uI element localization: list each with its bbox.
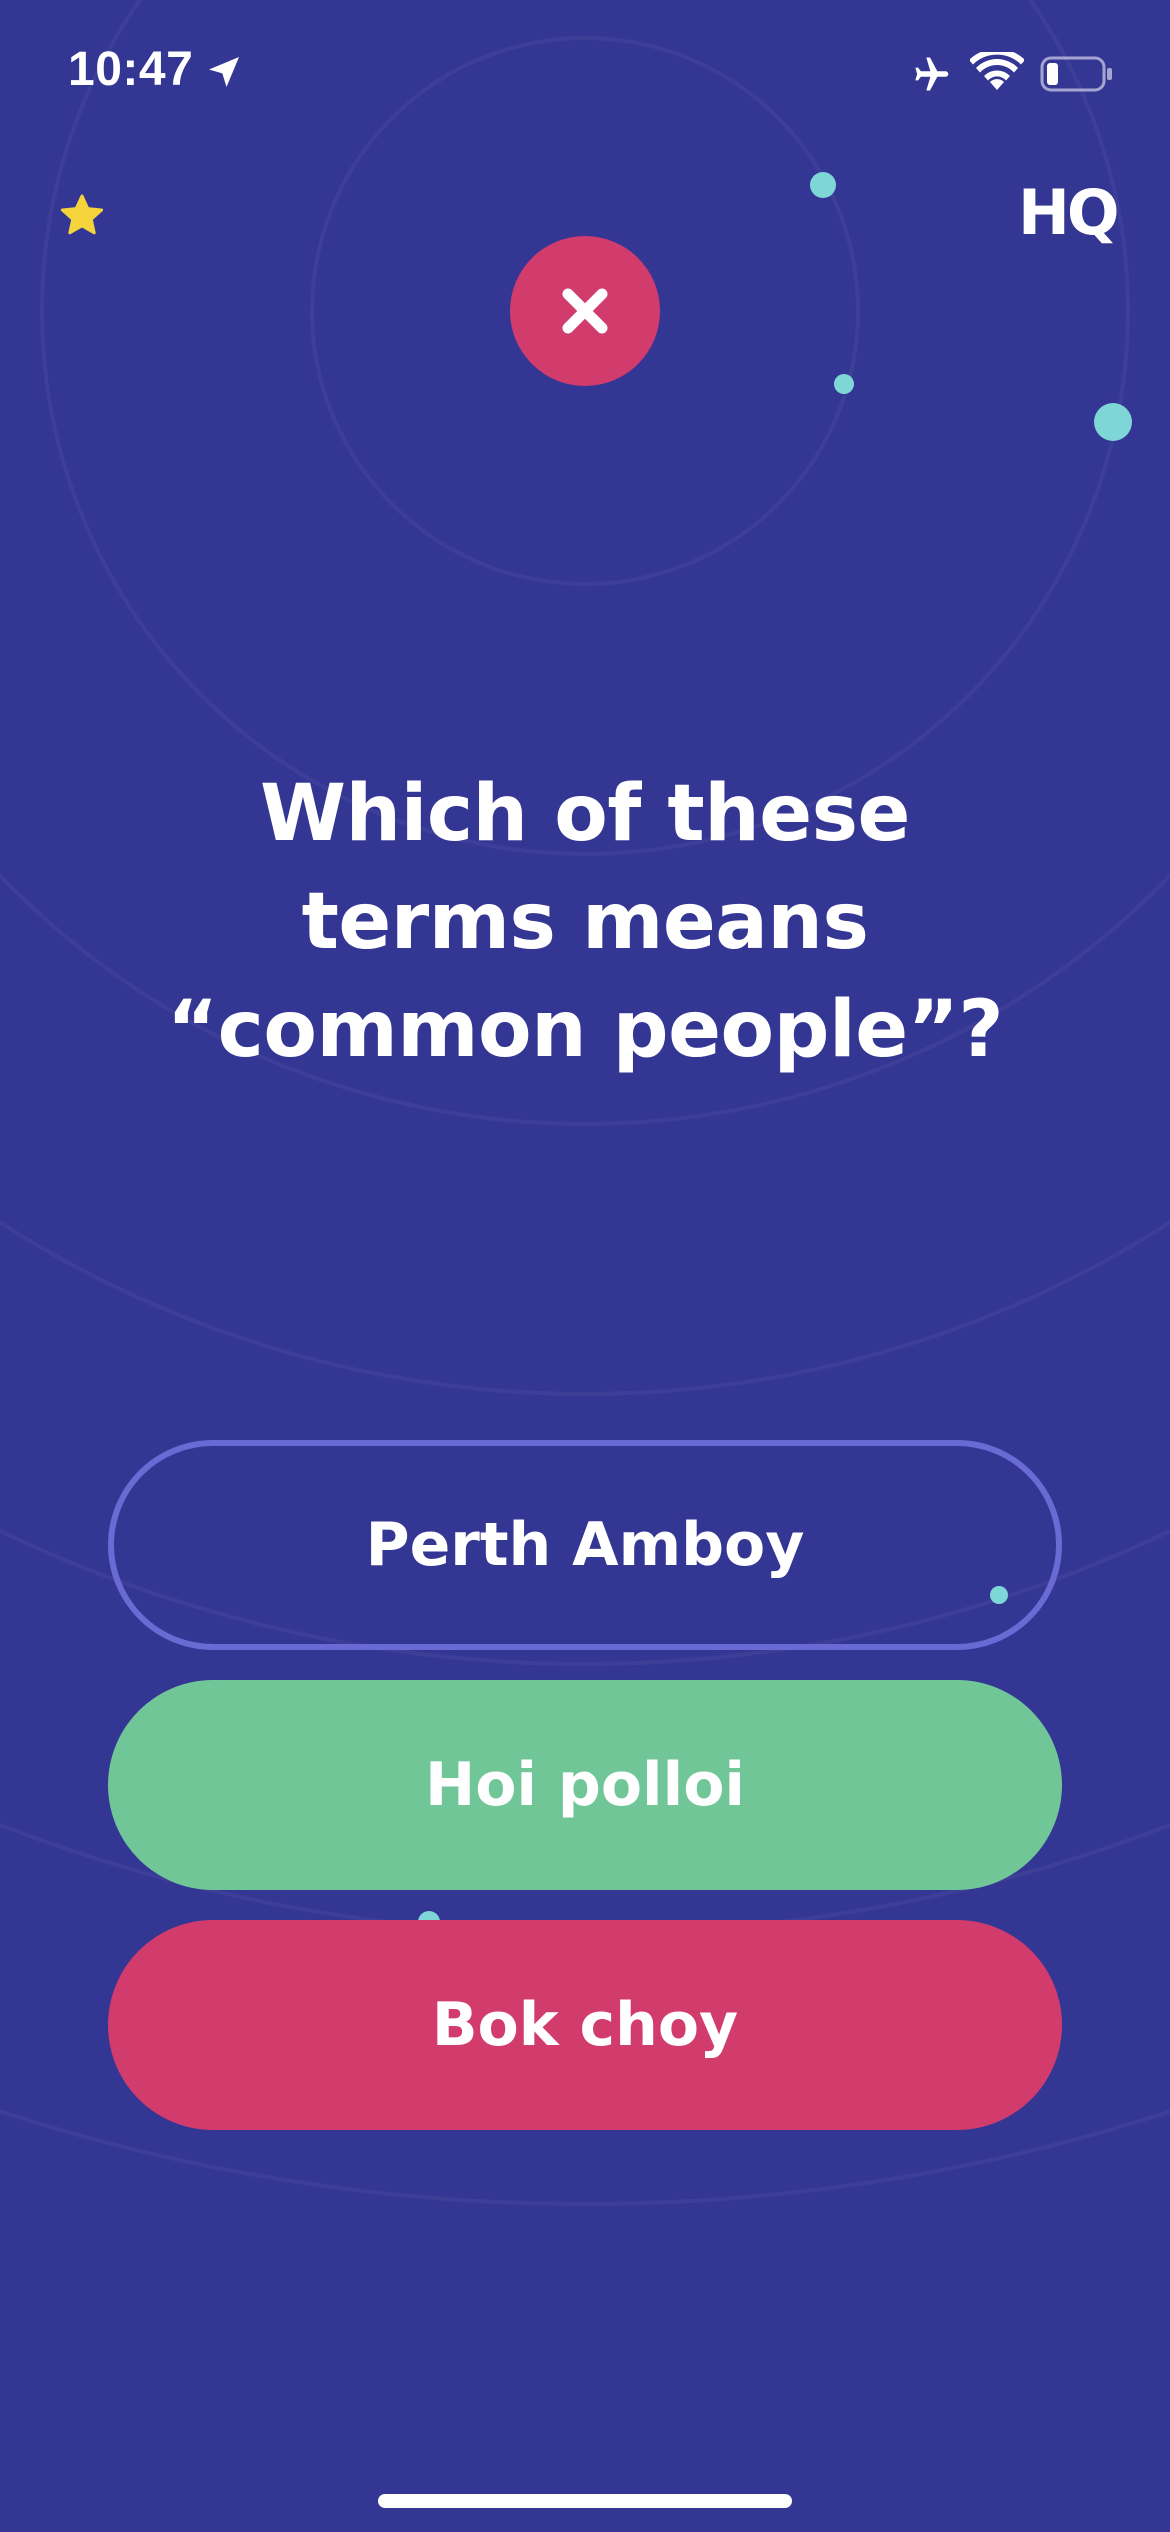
answer-label: Hoi polloi bbox=[425, 1750, 745, 1820]
status-bar: 10:47 bbox=[0, 0, 1170, 150]
home-indicator[interactable] bbox=[378, 2494, 792, 2508]
airplane-icon bbox=[915, 57, 949, 91]
answer-option-3-wrong[interactable]: Bok choy bbox=[108, 1920, 1062, 2130]
battery-icon bbox=[1040, 56, 1112, 92]
hq-logo: HQ bbox=[1018, 176, 1120, 249]
close-icon bbox=[562, 288, 608, 334]
location-arrow-icon bbox=[209, 57, 239, 87]
decorative-dot bbox=[834, 374, 854, 394]
answer-label: Perth Amboy bbox=[365, 1510, 805, 1580]
game-screen: 10:47 HQ Which of these terms means “com… bbox=[0, 0, 1170, 2532]
result-wrong-badge bbox=[510, 236, 660, 386]
question-text: Which of these terms means “common peopl… bbox=[166, 769, 1004, 1075]
wifi-icon bbox=[970, 52, 1024, 90]
answer-label: Bok choy bbox=[431, 1990, 739, 2060]
answer-option-1[interactable]: Perth Amboy bbox=[108, 1440, 1062, 1650]
decorative-dot bbox=[810, 172, 836, 198]
star-icon[interactable] bbox=[58, 192, 106, 240]
svg-text:HQ: HQ bbox=[1018, 176, 1117, 249]
status-time: 10:47 bbox=[68, 43, 194, 96]
decorative-dot bbox=[1094, 403, 1132, 441]
answer-option-2-correct[interactable]: Hoi polloi bbox=[108, 1680, 1062, 1890]
